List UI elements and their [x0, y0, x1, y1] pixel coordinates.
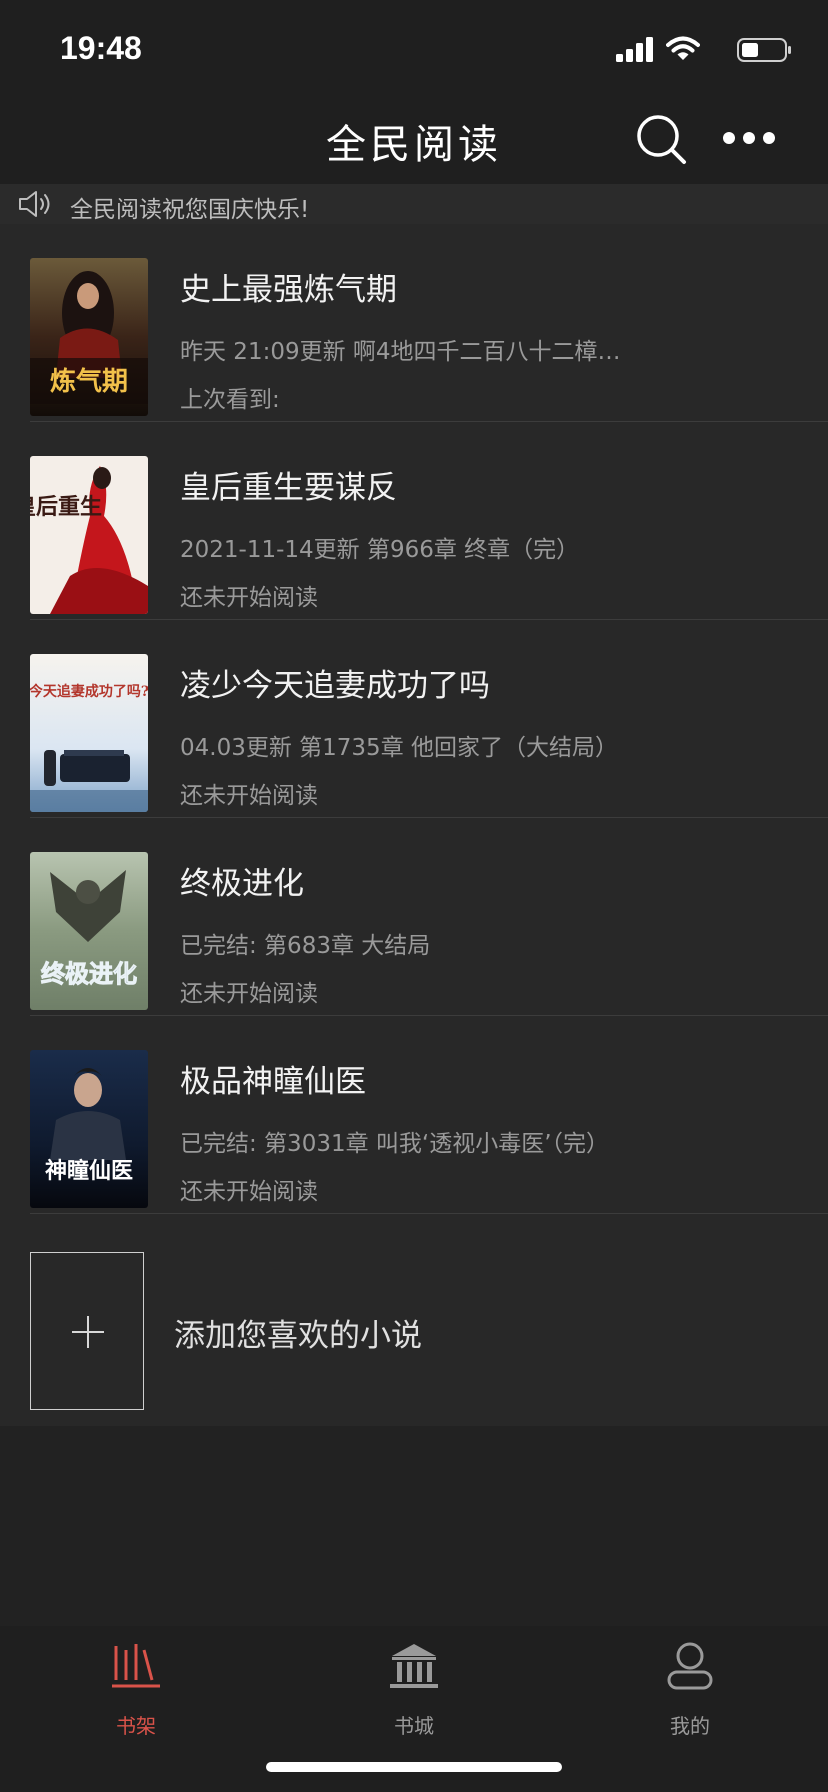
- book-cover[interactable]: 皇后重生: [30, 456, 148, 614]
- wifi-icon: [666, 36, 700, 60]
- book-progress: 还未开始阅读: [180, 981, 318, 1007]
- book-update: 已完结: 第683章 大结局: [180, 933, 431, 959]
- book-title: 皇后重生要谋反: [180, 470, 397, 506]
- divider: [30, 1213, 828, 1214]
- speaker-icon: [19, 191, 50, 217]
- book-title: 终极进化: [180, 866, 304, 902]
- plus-icon-stem: [87, 1316, 89, 1348]
- nav-header: 全民阅读: [0, 90, 828, 184]
- home-indicator[interactable]: [266, 1762, 562, 1772]
- book-item[interactable]: 炼气期 史上最强炼气期 昨天 21:09更新 啊4地四千二百八十二樟… 上次看到…: [0, 224, 828, 422]
- profile-icon: [667, 1642, 713, 1690]
- bookshelf-list: 炼气期 史上最强炼气期 昨天 21:09更新 啊4地四千二百八十二樟… 上次看到…: [0, 224, 828, 1426]
- add-book-label[interactable]: 添加您喜欢的小说: [174, 1310, 422, 1355]
- book-cover-image: 炼气期: [30, 258, 148, 416]
- add-book-button[interactable]: [30, 1252, 144, 1410]
- tab-label: 书架: [116, 1714, 156, 1738]
- cover-text: 神瞳仙医: [45, 1158, 133, 1184]
- book-update: 04.03更新 第1735章 他回家了（大结局）: [180, 735, 618, 761]
- more-icon[interactable]: [722, 118, 776, 158]
- book-title: 极品神瞳仙医: [180, 1064, 366, 1100]
- tab-bookstore[interactable]: 书城: [344, 1640, 484, 1740]
- book-update: 昨天 21:09更新 啊4地四千二百八十二樟…: [180, 339, 621, 365]
- cover-text: 皇后重生: [30, 494, 102, 520]
- book-progress: 还未开始阅读: [180, 1179, 318, 1205]
- book-cover-image: 神瞳仙医: [30, 1050, 148, 1208]
- cover-text: 今天追妻成功了吗?: [30, 683, 148, 700]
- tab-label: 书城: [394, 1714, 434, 1738]
- book-cover-image: 今天追妻成功了吗?: [30, 654, 148, 812]
- book-cover[interactable]: 今天追妻成功了吗?: [30, 654, 148, 812]
- book-progress: 上次看到:: [180, 387, 280, 413]
- book-progress: 还未开始阅读: [180, 585, 318, 611]
- book-cover[interactable]: 终极进化: [30, 852, 148, 1010]
- book-item[interactable]: 终极进化 终极进化 已完结: 第683章 大结局 还未开始阅读: [0, 818, 828, 1016]
- book-cover-image: 皇后重生: [30, 456, 148, 614]
- book-cover-image: 终极进化: [30, 852, 148, 1010]
- status-bar: 19:48: [0, 0, 828, 90]
- book-update: 2021-11-14更新 第966章 终章（完）: [180, 537, 580, 563]
- signal-icon: [616, 37, 653, 62]
- book-progress: 还未开始阅读: [180, 783, 318, 809]
- book-cover[interactable]: 炼气期: [30, 258, 148, 416]
- announcement-text: 全民阅读祝您国庆快乐!: [70, 197, 310, 223]
- book-item[interactable]: 神瞳仙医 极品神瞳仙医 已完结: 第3031章 叫我‘透视小毒医’（完） 还未开…: [0, 1016, 828, 1214]
- search-icon[interactable]: [636, 114, 688, 166]
- book-update: 已完结: 第3031章 叫我‘透视小毒医’（完）: [180, 1131, 610, 1157]
- status-time: 19:48: [60, 30, 142, 66]
- battery-icon: [737, 38, 791, 62]
- book-item[interactable]: 今天追妻成功了吗? 凌少今天追妻成功了吗 04.03更新 第1735章 他回家了…: [0, 620, 828, 818]
- book-cover[interactable]: 神瞳仙医: [30, 1050, 148, 1208]
- add-book-row[interactable]: 添加您喜欢的小说: [0, 1228, 828, 1426]
- cover-text: 终极进化: [41, 960, 137, 988]
- cover-text: 炼气期: [50, 366, 128, 397]
- bookshelf-icon: [112, 1644, 160, 1688]
- tab-label: 我的: [670, 1714, 710, 1738]
- announcement-bar[interactable]: 全民阅读祝您国庆快乐!: [0, 184, 828, 224]
- book-title: 凌少今天追妻成功了吗: [180, 668, 490, 704]
- page-title: 全民阅读: [326, 122, 502, 168]
- tab-profile[interactable]: 我的: [620, 1640, 760, 1740]
- book-title: 史上最强炼气期: [180, 272, 397, 308]
- bookstore-icon: [390, 1644, 438, 1688]
- book-item[interactable]: 皇后重生 皇后重生要谋反 2021-11-14更新 第966章 终章（完） 还未…: [0, 422, 828, 620]
- status-icons: [594, 36, 794, 66]
- tab-bookshelf[interactable]: 书架: [66, 1640, 206, 1740]
